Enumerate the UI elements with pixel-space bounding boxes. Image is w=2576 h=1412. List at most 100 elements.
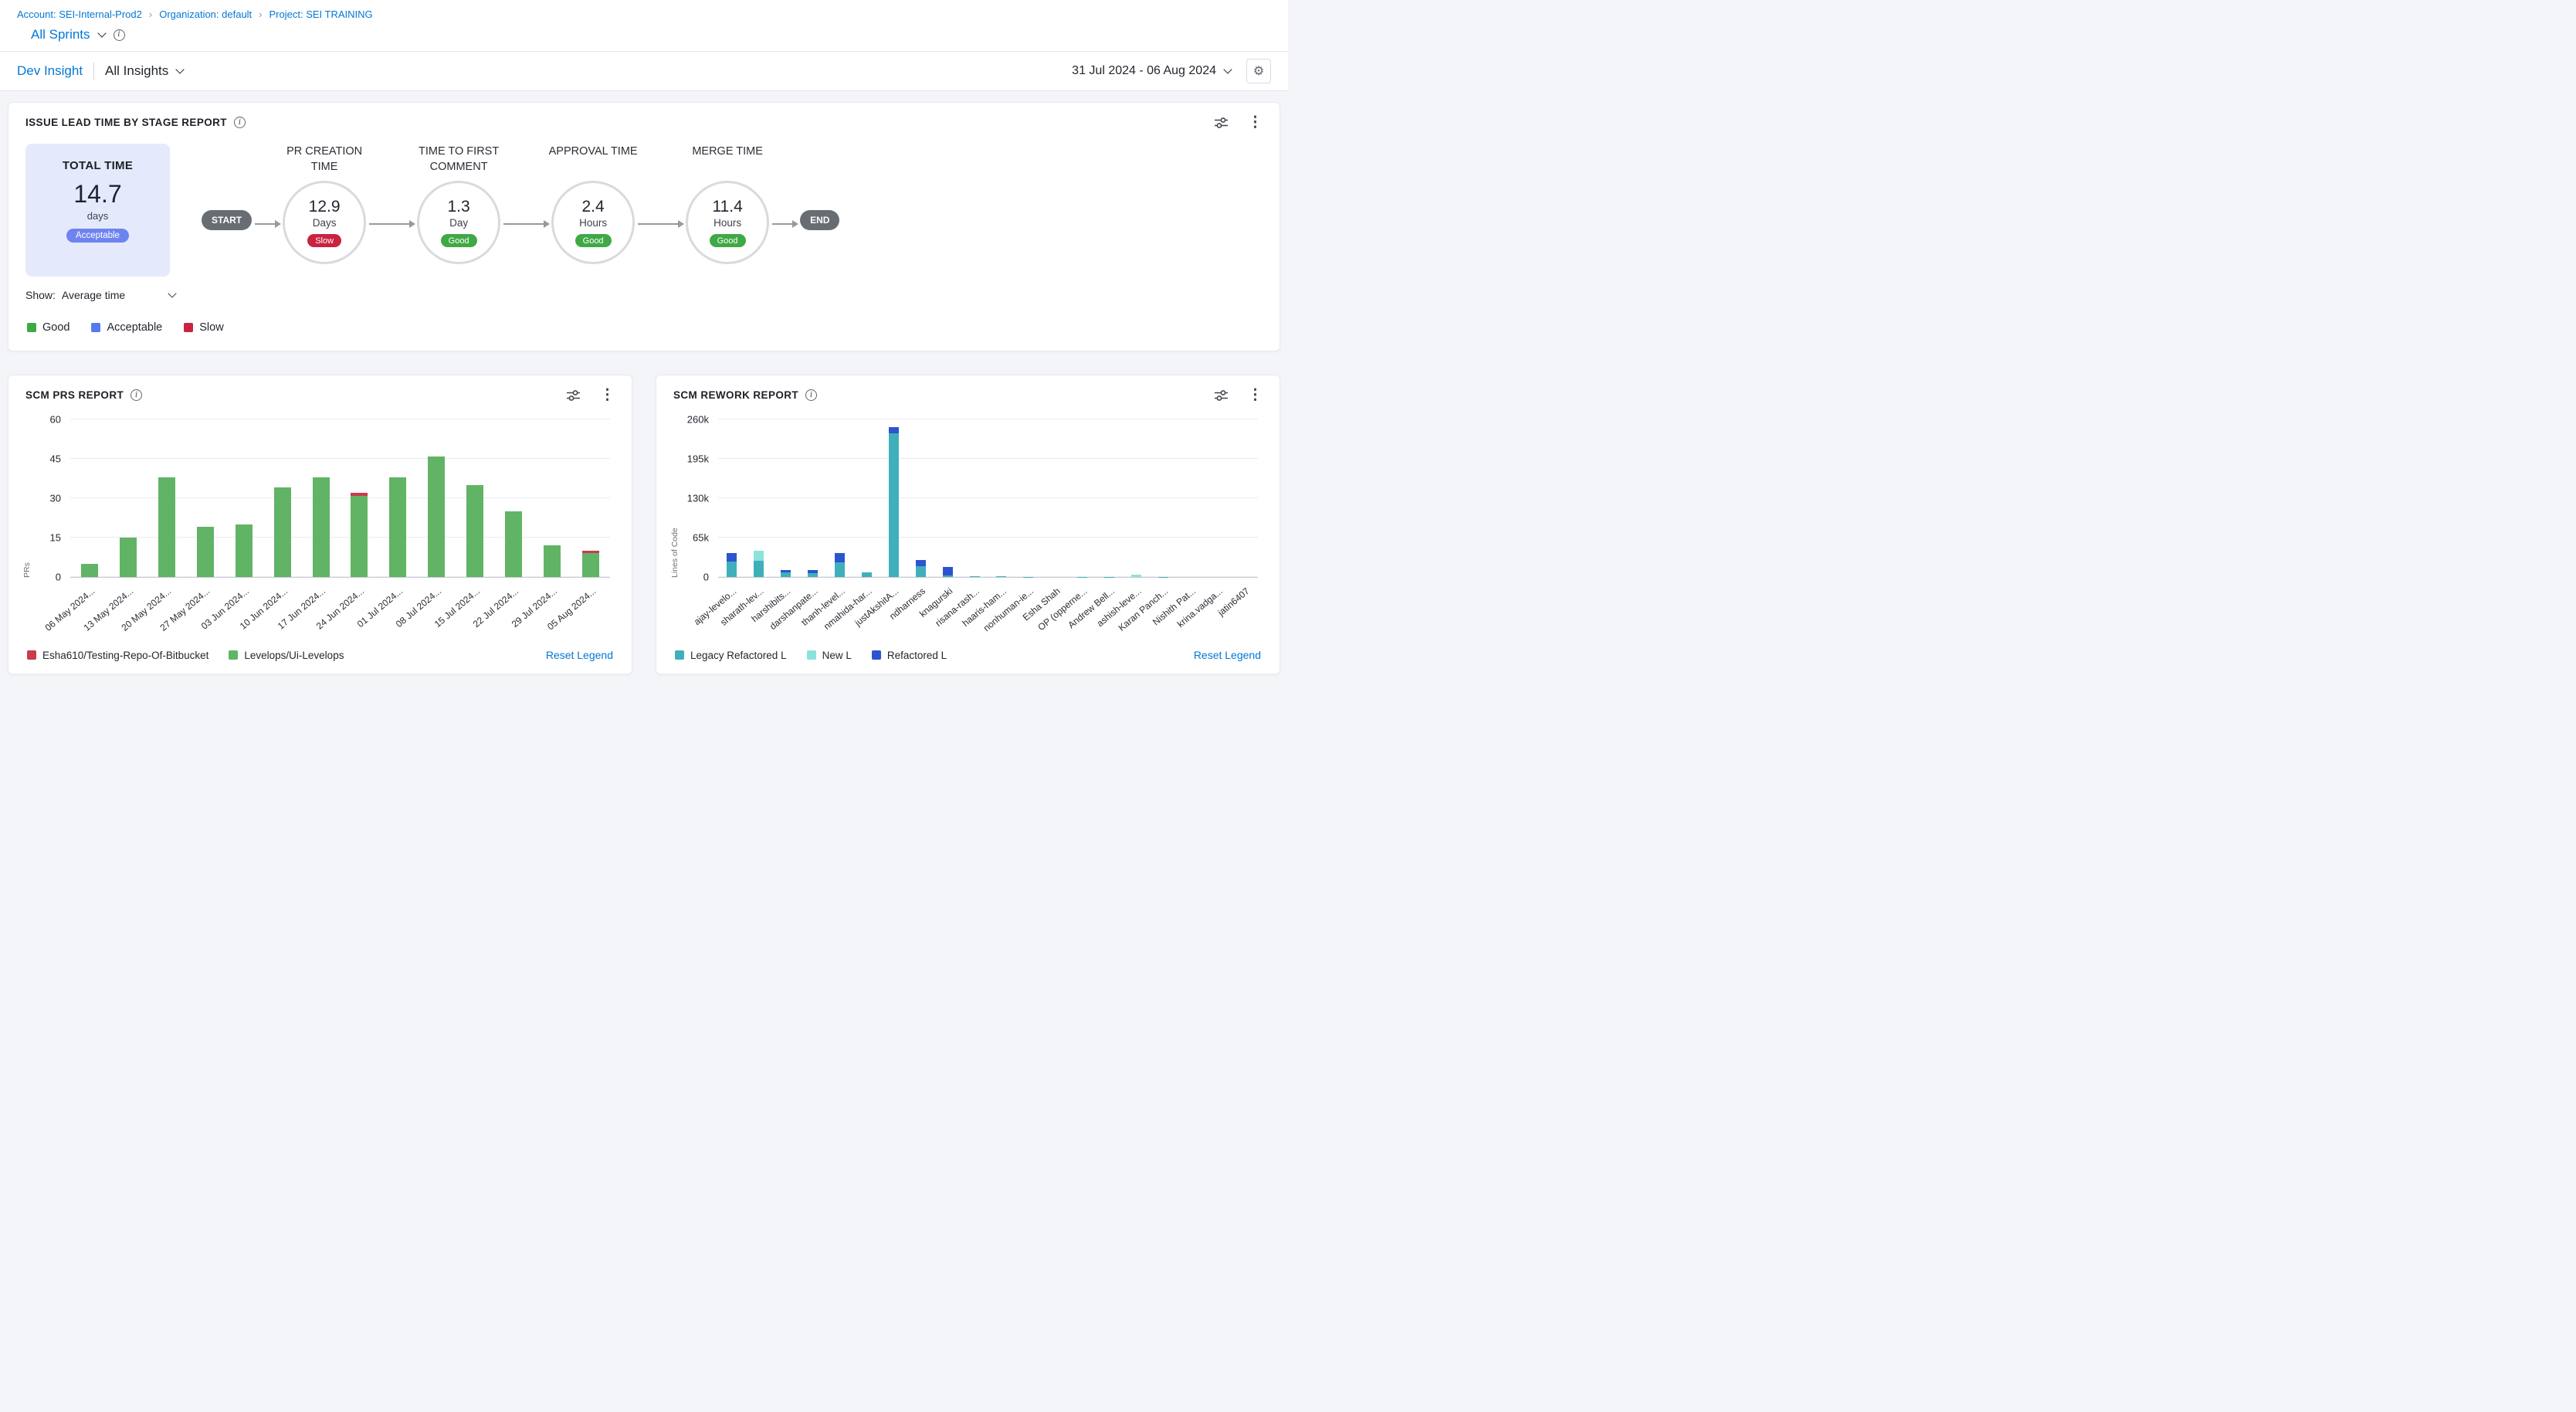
total-time-card: TOTAL TIME 14.7 days Acceptable bbox=[25, 144, 170, 277]
sprint-selector[interactable]: All Sprints bbox=[31, 27, 90, 42]
lead-time-legend: GoodAcceptableSlow bbox=[8, 301, 1280, 351]
bar-segment bbox=[996, 576, 1006, 577]
bar[interactable] bbox=[158, 419, 175, 577]
bar[interactable] bbox=[466, 419, 483, 577]
chevron-down-icon[interactable] bbox=[97, 29, 106, 37]
legend-label: Slow bbox=[199, 321, 223, 334]
y-axis-tick: 260k bbox=[687, 414, 709, 426]
bar[interactable] bbox=[389, 419, 406, 577]
insight-selector[interactable]: All Insights bbox=[105, 63, 183, 79]
bar[interactable] bbox=[428, 419, 445, 577]
bar[interactable] bbox=[1050, 419, 1060, 577]
legend-item[interactable]: Esha610/Testing-Repo-Of-Bitbucket bbox=[27, 650, 208, 661]
bar[interactable] bbox=[835, 419, 845, 577]
bar-segment bbox=[158, 477, 175, 577]
total-time-unit: days bbox=[25, 210, 170, 222]
bar[interactable] bbox=[313, 419, 330, 577]
breadcrumb-separator-icon: › bbox=[149, 8, 152, 20]
panel-header: SCM REWORK REPORT i ⋮ bbox=[656, 375, 1280, 407]
flow-arrow-icon bbox=[369, 223, 414, 225]
bar-segment bbox=[808, 573, 818, 577]
lead-time-stage[interactable]: PR CREATION TIME12.9DaysSlow bbox=[283, 144, 366, 264]
total-time-title: TOTAL TIME bbox=[25, 159, 170, 172]
legend-item[interactable]: Legacy Refactored L bbox=[675, 650, 787, 661]
stage-unit: Hours bbox=[579, 217, 607, 229]
kebab-menu-icon[interactable]: ⋮ bbox=[600, 388, 615, 402]
gridline bbox=[70, 537, 610, 538]
breadcrumb-project[interactable]: Project: SEI TRAINING bbox=[269, 8, 373, 20]
flow-arrow-icon bbox=[503, 223, 548, 225]
bar[interactable] bbox=[1185, 419, 1195, 577]
bar[interactable] bbox=[754, 419, 764, 577]
legend-item[interactable]: Levelops/Ui-Levelops bbox=[229, 650, 344, 661]
bar[interactable] bbox=[81, 419, 98, 577]
legend-item[interactable]: Refactored L bbox=[872, 650, 947, 661]
stage-value: 11.4 bbox=[712, 198, 742, 216]
bar[interactable] bbox=[1158, 419, 1168, 577]
show-metric-selector[interactable]: Show: Average time bbox=[25, 289, 180, 301]
bar-segment bbox=[835, 562, 845, 577]
reset-legend-link[interactable]: Reset Legend bbox=[546, 649, 613, 661]
bar[interactable] bbox=[916, 419, 926, 577]
bar[interactable] bbox=[274, 419, 291, 577]
bar[interactable] bbox=[544, 419, 561, 577]
info-icon[interactable]: i bbox=[805, 389, 817, 401]
lead-time-stage[interactable]: MERGE TIME11.4HoursGood bbox=[686, 144, 769, 264]
bar[interactable] bbox=[120, 419, 137, 577]
info-icon[interactable]: i bbox=[114, 29, 125, 41]
bar[interactable] bbox=[1131, 419, 1141, 577]
panel-title: ISSUE LEAD TIME BY STAGE REPORT bbox=[25, 117, 227, 128]
gridline bbox=[70, 458, 610, 459]
lead-time-stage[interactable]: APPROVAL TIME2.4HoursGood bbox=[551, 144, 635, 264]
bar[interactable] bbox=[505, 419, 522, 577]
bar[interactable] bbox=[996, 419, 1006, 577]
sprint-selector-row: All Sprints i bbox=[0, 23, 1288, 51]
bar[interactable] bbox=[197, 419, 214, 577]
charts-row: SCM PRS REPORT i ⋮ PRs 015304560 06 May … bbox=[8, 375, 1280, 674]
scm-rework-bar-chart: Lines of Code 065k130k195k260k ajay-leve… bbox=[718, 419, 1258, 646]
breadcrumb-account[interactable]: Account: SEI-Internal-Prod2 bbox=[17, 8, 142, 20]
bar[interactable] bbox=[236, 419, 253, 577]
bar[interactable] bbox=[781, 419, 791, 577]
bar[interactable] bbox=[1077, 419, 1087, 577]
bar-segment bbox=[835, 553, 845, 563]
dev-insight-link[interactable]: Dev Insight bbox=[17, 63, 83, 79]
settings-gear-button[interactable]: ⚙ bbox=[1246, 59, 1271, 83]
chart-legend: Legacy Refactored L New L Refactored L bbox=[675, 650, 947, 661]
filter-sliders-icon[interactable] bbox=[567, 389, 580, 402]
bar[interactable] bbox=[889, 419, 899, 577]
info-icon[interactable]: i bbox=[234, 117, 246, 128]
lead-time-stage[interactable]: TIME TO FIRST COMMENT1.3DayGood bbox=[417, 144, 500, 264]
bar[interactable] bbox=[808, 419, 818, 577]
bar[interactable] bbox=[1239, 419, 1249, 577]
filter-sliders-icon[interactable] bbox=[1215, 389, 1228, 402]
breadcrumb-organization[interactable]: Organization: default bbox=[159, 8, 252, 20]
insight-header: Dev Insight All Insights 31 Jul 2024 - 0… bbox=[0, 51, 1288, 91]
bar-segment bbox=[916, 560, 926, 566]
bar[interactable] bbox=[1212, 419, 1222, 577]
breadcrumb-separator-icon: › bbox=[259, 8, 262, 20]
stage-value: 1.3 bbox=[448, 198, 470, 216]
kebab-menu-icon[interactable]: ⋮ bbox=[1248, 388, 1263, 402]
bar[interactable] bbox=[582, 419, 599, 577]
bar[interactable] bbox=[727, 419, 737, 577]
reset-legend-link[interactable]: Reset Legend bbox=[1194, 649, 1261, 661]
bar[interactable] bbox=[862, 419, 872, 577]
bar[interactable] bbox=[1023, 419, 1033, 577]
top-navigation: Account: SEI-Internal-Prod2 › Organizati… bbox=[0, 0, 1288, 51]
bar[interactable] bbox=[1104, 419, 1114, 577]
filter-sliders-icon[interactable] bbox=[1215, 117, 1228, 129]
bar[interactable] bbox=[970, 419, 980, 577]
stage-value: 12.9 bbox=[309, 198, 341, 216]
date-range-selector[interactable]: 31 Jul 2024 - 06 Aug 2024 bbox=[1072, 64, 1231, 78]
bar[interactable] bbox=[351, 419, 368, 577]
legend-item[interactable]: New L bbox=[807, 650, 852, 661]
stage-unit: Day bbox=[449, 217, 468, 229]
legend-swatch bbox=[184, 323, 193, 332]
bar-segment bbox=[754, 561, 764, 577]
kebab-menu-icon[interactable]: ⋮ bbox=[1248, 115, 1263, 130]
bar[interactable] bbox=[943, 419, 953, 577]
bar-segment bbox=[389, 477, 406, 577]
info-icon[interactable]: i bbox=[130, 389, 142, 401]
chevron-down-icon bbox=[176, 65, 185, 73]
